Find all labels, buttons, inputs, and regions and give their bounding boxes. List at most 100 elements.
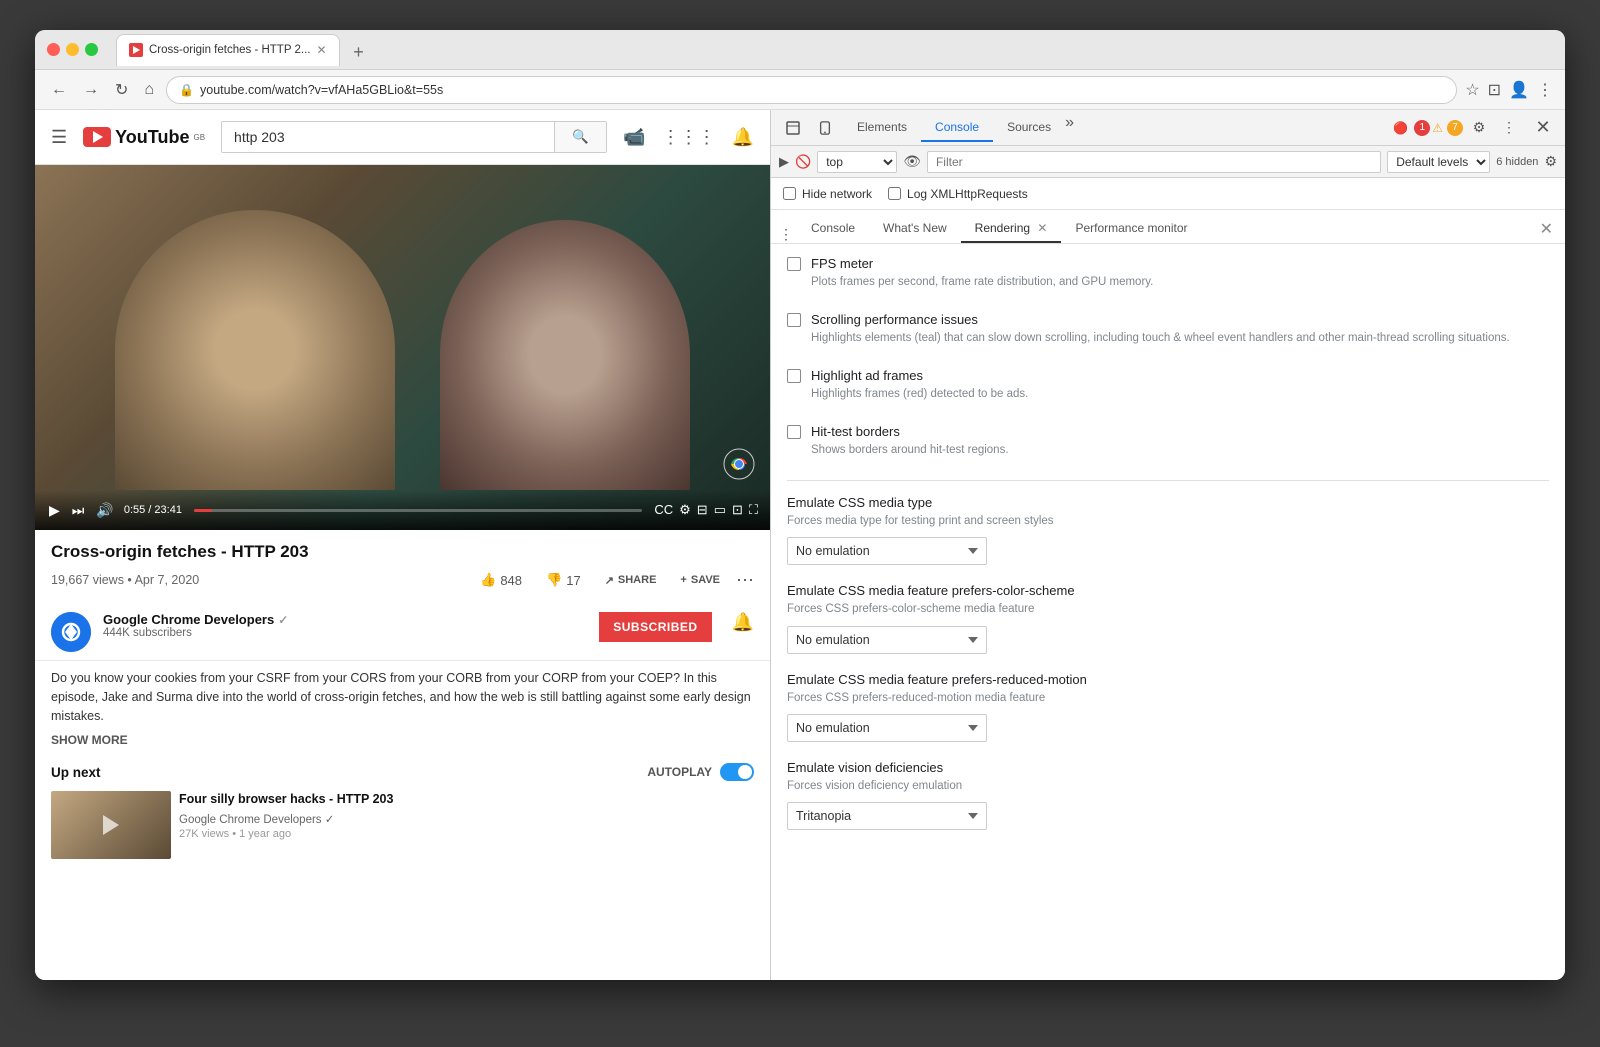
log-xml-checkbox[interactable] xyxy=(888,187,901,200)
cast-icon[interactable]: ⊡ xyxy=(732,502,743,518)
save-icon: + xyxy=(680,574,686,586)
tab-close-button[interactable]: ✕ xyxy=(316,43,326,57)
video-background xyxy=(35,165,770,530)
channel-area: Google Chrome Developers ✓ 444K subscrib… xyxy=(35,604,770,661)
tab-sources[interactable]: Sources xyxy=(993,114,1065,142)
miniplayer-icon[interactable]: ⊟ xyxy=(697,502,708,518)
progress-bar[interactable] xyxy=(194,509,642,512)
play-button[interactable]: ▶ xyxy=(47,500,62,521)
hit-test-section: Hit-test borders Shows borders around hi… xyxy=(787,424,1549,466)
address-bar[interactable]: 🔒 youtube.com/watch?v=vfAHa5GBLio&t=55s xyxy=(166,76,1457,104)
show-more-button[interactable]: SHOW MORE xyxy=(35,729,770,751)
dislike-button[interactable]: 👎 17 xyxy=(538,568,589,592)
video-container[interactable]: ▶ ⏭ 🔊 0:55 / 23:41 CC ⚙ ⊟ ▭ ⊡ ⛶ xyxy=(35,165,770,530)
notification-bell-button[interactable]: 🔔 xyxy=(732,612,754,633)
console-settings-gear[interactable]: ⚙ xyxy=(1544,153,1557,170)
bookmark-icon[interactable]: ☆ xyxy=(1465,80,1479,100)
more-icon[interactable]: ⋮ xyxy=(1537,80,1553,100)
save-button[interactable]: + SAVE xyxy=(672,570,728,590)
up-next-channel-name: Google Chrome Developers ✓ xyxy=(179,812,754,826)
devtools-panel: Elements Console Sources » 🔴 1 ⚠ 7 ⚙ ⋮ ✕… xyxy=(770,110,1565,980)
channel-name-text[interactable]: Google Chrome Developers xyxy=(103,612,274,627)
account-icon[interactable]: 👤 xyxy=(1509,80,1529,100)
hide-network-checkbox-label[interactable]: Hide network xyxy=(783,187,872,201)
highlight-ads-desc: Highlights frames (red) detected to be a… xyxy=(811,386,1549,402)
youtube-logo-icon xyxy=(83,127,111,147)
fps-meter-title: FPS meter xyxy=(811,256,1549,271)
reload-button[interactable]: ↻ xyxy=(111,76,132,104)
log-xml-checkbox-label[interactable]: Log XMLHttpRequests xyxy=(888,187,1028,201)
hit-test-checkbox[interactable] xyxy=(787,425,801,439)
devtools-settings-button[interactable]: ⚙ xyxy=(1465,114,1493,142)
search-bar[interactable]: 🔍 xyxy=(221,121,607,153)
devtools-actions: 🔴 1 ⚠ 7 ⚙ ⋮ ✕ xyxy=(1393,114,1557,142)
forward-button[interactable]: → xyxy=(79,77,103,103)
like-button[interactable]: 👍 848 xyxy=(472,568,530,592)
devtools-more-button[interactable]: ⋮ xyxy=(1495,114,1523,142)
fps-meter-section: FPS meter Plots frames per second, frame… xyxy=(787,256,1549,298)
inspect-element-button[interactable] xyxy=(779,114,807,142)
subtitles-icon[interactable]: CC xyxy=(654,502,673,518)
highlight-ads-content: Highlight ad frames Highlights frames (r… xyxy=(811,368,1549,410)
hide-network-checkbox[interactable] xyxy=(783,187,796,200)
back-button[interactable]: ← xyxy=(47,77,71,103)
youtube-logo[interactable]: YouTubeGB xyxy=(83,127,205,148)
log-xml-label: Log XMLHttpRequests xyxy=(907,187,1028,201)
search-button[interactable]: 🔍 xyxy=(554,122,606,152)
drawer-close-button[interactable]: ✕ xyxy=(1536,215,1557,243)
search-input[interactable] xyxy=(222,122,554,152)
tab-title: Cross-origin fetches - HTTP 2... xyxy=(149,44,310,56)
context-select[interactable]: top xyxy=(817,151,897,173)
more-tabs-button[interactable]: » xyxy=(1065,114,1074,142)
drawer-tab-whats-new[interactable]: What's New xyxy=(869,215,961,243)
fps-meter-desc: Plots frames per second, frame rate dist… xyxy=(811,274,1549,290)
hamburger-menu[interactable]: ☰ xyxy=(51,127,67,148)
drawer-kebab-menu[interactable]: ⋮ xyxy=(779,226,793,243)
mobile-emulation-button[interactable] xyxy=(811,114,839,142)
clear-console-icon[interactable]: 🚫 xyxy=(795,154,811,170)
notifications-icon[interactable]: 🔔 xyxy=(732,127,754,148)
log-level-select[interactable]: Default levels Verbose Info Warnings Err… xyxy=(1387,151,1490,173)
filter-input[interactable] xyxy=(927,151,1381,173)
emulate-css-media-select[interactable]: No emulation print screen xyxy=(787,537,987,565)
skip-button[interactable]: ⏭ xyxy=(70,500,87,521)
minimize-traffic-light[interactable] xyxy=(66,43,79,56)
emulate-color-scheme-select[interactable]: No emulation prefers-color-scheme: light… xyxy=(787,626,987,654)
share-button[interactable]: ↗ SHARE xyxy=(597,570,665,591)
emulate-vision-select[interactable]: No emulation Blurred vision Protanopia D… xyxy=(787,802,987,830)
scrolling-perf-checkbox[interactable] xyxy=(787,313,801,327)
home-button[interactable]: ⌂ xyxy=(140,77,158,103)
highlight-ads-checkbox[interactable] xyxy=(787,369,801,383)
fullscreen-icon[interactable]: ⛶ xyxy=(749,502,758,518)
apps-icon[interactable]: ⋮⋮⋮ xyxy=(662,127,716,148)
settings-icon[interactable]: ⚙ xyxy=(679,502,691,518)
maximize-traffic-light[interactable] xyxy=(85,43,98,56)
emulate-color-scheme-section: Emulate CSS media feature prefers-color-… xyxy=(787,583,1549,653)
browser-tab[interactable]: Cross-origin fetches - HTTP 2... ✕ xyxy=(116,34,340,66)
drawer-tab-rendering[interactable]: Rendering ✕ xyxy=(961,215,1062,243)
drawer-tab-console[interactable]: Console xyxy=(797,215,869,243)
video-camera-icon[interactable]: 📹 xyxy=(623,127,645,148)
theater-icon[interactable]: ▭ xyxy=(714,502,726,518)
tab-elements[interactable]: Elements xyxy=(843,114,921,142)
devtools-filter-bar: ▶ 🚫 top 👁 Default levels Verbose Info Wa… xyxy=(771,146,1565,178)
devtools-close-button[interactable]: ✕ xyxy=(1529,114,1557,142)
rendering-tab-close[interactable]: ✕ xyxy=(1037,221,1047,235)
cast-icon[interactable]: ⊡ xyxy=(1488,80,1501,100)
execute-icon[interactable]: ▶ xyxy=(779,154,789,170)
drawer-tab-performance-monitor[interactable]: Performance monitor xyxy=(1061,215,1201,243)
up-next-item[interactable]: Four silly browser hacks - HTTP 203 Goog… xyxy=(51,791,754,859)
more-actions-button[interactable]: ⋯ xyxy=(736,570,754,591)
subscribe-button[interactable]: SUBSCRIBED xyxy=(599,612,711,642)
tab-console[interactable]: Console xyxy=(921,114,993,142)
fps-meter-checkbox[interactable] xyxy=(787,257,801,271)
eye-icon[interactable]: 👁 xyxy=(903,153,921,170)
up-next-title: Up next xyxy=(51,765,101,780)
close-traffic-light[interactable] xyxy=(47,43,60,56)
volume-button[interactable]: 🔊 xyxy=(94,500,115,521)
header-actions: 📹 ⋮⋮⋮ 🔔 xyxy=(623,127,754,148)
autoplay-toggle[interactable] xyxy=(720,763,754,781)
emulate-reduced-motion-select[interactable]: No emulation prefers-reduced-motion: red… xyxy=(787,714,987,742)
video-title: Cross-origin fetches - HTTP 203 xyxy=(51,542,754,562)
new-tab-button[interactable]: + xyxy=(346,40,372,66)
